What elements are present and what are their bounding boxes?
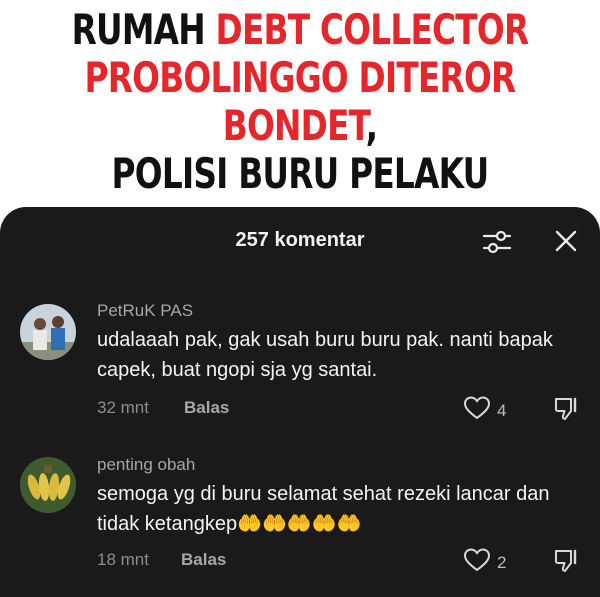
like-button[interactable]: 2 [463, 547, 506, 578]
comment-text: semoga yg di buru selamat sehat rezeki l… [97, 479, 577, 539]
headline-line2-black: , [365, 101, 378, 150]
heart-icon [463, 547, 491, 578]
reply-button[interactable]: Balas [184, 398, 229, 418]
comment-time: 18 mnt [97, 550, 149, 569]
heart-icon [463, 395, 491, 426]
prayer-emojis: 🤲🤲🤲🤲🤲 [237, 513, 362, 535]
headline-line2-red: PROBOLINGGO DITEROR BONDET [84, 53, 516, 150]
headline: RUMAH DEBT COLLECTOR PROBOLINGGO DITEROR… [66, 0, 534, 198]
comment-time: 32 mnt [97, 398, 149, 417]
comment-username[interactable]: penting obah [97, 455, 195, 475]
like-count: 4 [497, 400, 507, 420]
dislike-icon[interactable] [552, 395, 580, 428]
avatar[interactable] [20, 457, 76, 513]
close-icon[interactable] [552, 227, 580, 255]
reply-button[interactable]: Balas [181, 550, 226, 570]
dislike-icon[interactable] [552, 547, 580, 580]
comment-username[interactable]: PetRuK PAS [97, 301, 193, 321]
headline-line1-red: DEBT COLLECTOR [215, 5, 530, 54]
like-count: 2 [497, 552, 507, 572]
filter-sliders-icon[interactable] [482, 228, 512, 256]
headline-line1-black: RUMAH [71, 5, 216, 54]
comments-sheet: 257 komentar PetRuK PAS udalaaah pak, ga… [0, 207, 600, 597]
avatar[interactable] [20, 304, 76, 360]
like-button[interactable]: 4 [463, 395, 506, 426]
comment-text: udalaaah pak, gak usah buru buru pak. na… [97, 329, 553, 381]
headline-line3: POLISI BURU PELAKU [111, 149, 490, 198]
